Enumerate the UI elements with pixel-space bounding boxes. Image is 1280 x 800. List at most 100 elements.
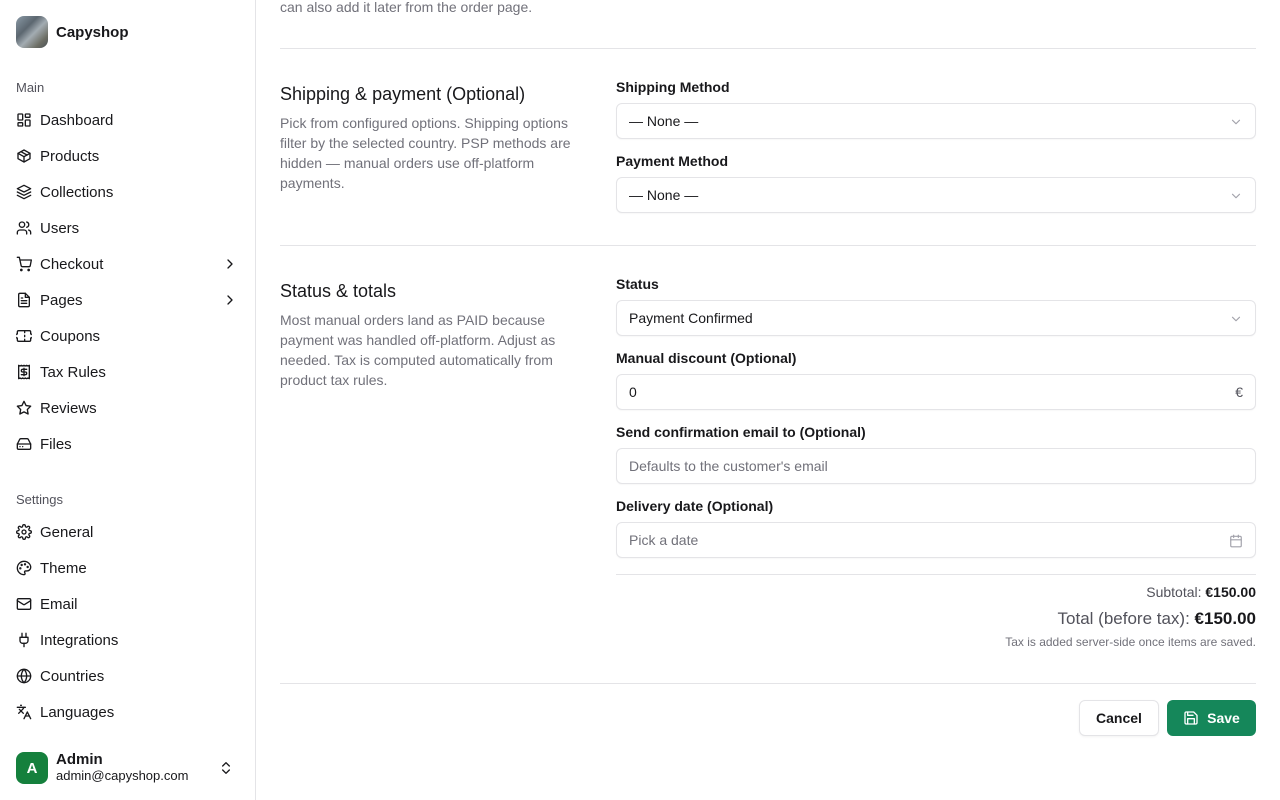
total-row: Total (before tax): €150.00 — [1058, 609, 1256, 629]
shipping-method-value: — None — — [629, 113, 699, 129]
cancel-button[interactable]: Cancel — [1079, 700, 1159, 736]
delivery-date-label: Delivery date (Optional) — [616, 498, 774, 514]
sidebar-item-products[interactable]: Products — [16, 142, 240, 170]
confirmation-email-placeholder: Defaults to the customer's email — [629, 458, 828, 474]
section-description-shipping: Pick from configured options. Shipping o… — [280, 115, 571, 191]
sidebar-item-tax-rules[interactable]: Tax Rules — [16, 358, 240, 386]
sidebar-item-pages[interactable]: Pages — [16, 286, 240, 314]
user-info: Admin admin@capyshop.com — [56, 752, 188, 784]
chevron-down-icon — [1231, 193, 1241, 199]
divider — [280, 48, 1256, 49]
save-label: Save — [1207, 710, 1240, 726]
subtotal-value: €150.00 — [1205, 584, 1256, 600]
sidebar-item-label: Coupons — [40, 327, 101, 345]
sidebar-item-checkout[interactable]: Checkout — [16, 250, 240, 278]
chevron-right-icon — [227, 259, 233, 269]
sidebar-item-collections[interactable]: Collections — [16, 178, 240, 206]
dashboard-icon — [17, 113, 31, 127]
delivery-date-picker[interactable]: Pick a date — [616, 522, 1256, 558]
subtotal-row: Subtotal: €150.00 — [1146, 584, 1256, 600]
sidebar-item-label: Products — [40, 147, 100, 165]
section-title-status: Status & totals — [280, 281, 397, 301]
confirmation-email-label: Send confirmation email to (Optional) — [616, 424, 866, 440]
total-value: €150.00 — [1194, 609, 1256, 628]
ticket-icon — [16, 330, 32, 342]
layers-icon — [16, 184, 32, 200]
sidebar-item-languages[interactable]: Languages — [16, 698, 240, 726]
brand[interactable]: Capyshop — [16, 16, 129, 48]
sidebar-item-label: Tax Rules — [40, 363, 106, 381]
brand-name: Capyshop — [56, 23, 129, 41]
sidebar-item-email[interactable]: Email — [16, 590, 240, 618]
sidebar-item-label: Email — [40, 595, 78, 613]
sidebar: Capyshop Main Dashboard Products Collect… — [0, 0, 256, 800]
chevron-down-icon — [1231, 316, 1241, 322]
status-select[interactable]: Payment Confirmed — [616, 300, 1256, 336]
sidebar-item-label: Dashboard — [40, 111, 114, 129]
shipping-method-select[interactable]: — None — — [616, 103, 1256, 139]
main-content: can also add it later from the order pag… — [256, 0, 1280, 800]
divider — [280, 683, 1256, 684]
status-label: Status — [616, 276, 659, 292]
tax-note: Tax is added server-side once items are … — [1005, 635, 1256, 649]
sidebar-item-reviews[interactable]: Reviews — [16, 394, 240, 422]
receipt-icon — [18, 364, 30, 380]
globe-icon — [16, 668, 32, 684]
users-icon — [16, 221, 32, 235]
sidebar-item-users[interactable]: Users — [16, 214, 240, 242]
sidebar-item-coupons[interactable]: Coupons — [16, 322, 240, 350]
manual-discount-input[interactable]: 0 € — [616, 374, 1256, 410]
sidebar-item-label: Collections — [40, 183, 114, 201]
cart-icon — [16, 256, 32, 272]
palette-icon — [16, 560, 32, 576]
brand-logo — [16, 16, 48, 48]
confirmation-email-input[interactable]: Defaults to the customer's email — [616, 448, 1256, 484]
sidebar-item-label: Checkout — [40, 255, 104, 273]
payment-method-select[interactable]: — None — — [616, 177, 1256, 213]
user-menu[interactable]: A Admin admin@capyshop.com — [16, 752, 240, 784]
chevron-right-icon — [227, 295, 233, 305]
sidebar-item-theme[interactable]: Theme — [16, 554, 240, 582]
sidebar-item-countries[interactable]: Countries — [16, 662, 240, 690]
sidebar-item-general[interactable]: General — [16, 518, 240, 546]
file-text-icon — [18, 292, 30, 308]
payment-method-value: — None — — [629, 187, 699, 203]
sidebar-item-label: Languages — [40, 703, 115, 721]
manual-discount-label: Manual discount (Optional) — [616, 350, 797, 366]
section-description-status: Most manual orders land as PAID because … — [280, 312, 556, 388]
save-button[interactable]: Save — [1167, 700, 1256, 736]
chevron-down-icon — [1231, 119, 1241, 125]
shipping-method-label: Shipping Method — [616, 79, 730, 95]
sidebar-item-integrations[interactable]: Integrations — [16, 626, 240, 654]
avatar: A — [16, 752, 48, 784]
plug-icon — [19, 632, 29, 648]
manual-discount-value: 0 — [629, 384, 637, 400]
user-name: Admin — [56, 751, 103, 768]
sidebar-item-label: Countries — [40, 667, 105, 685]
divider — [280, 245, 1256, 246]
sidebar-item-label: Reviews — [40, 399, 97, 417]
calendar-icon — [1230, 534, 1242, 548]
total-label: Total (before tax): — [1057, 609, 1190, 628]
sidebar-item-dashboard[interactable]: Dashboard — [16, 106, 240, 134]
user-email: admin@capyshop.com — [56, 768, 189, 783]
sidebar-item-label: General — [40, 523, 94, 541]
mail-icon — [16, 598, 32, 610]
sidebar-item-label: Integrations — [40, 631, 119, 649]
sidebar-item-label: Files — [40, 435, 72, 453]
package-icon — [17, 149, 31, 163]
sidebar-item-label: Theme — [40, 559, 87, 577]
sidebar-item-label: Users — [40, 219, 80, 237]
sidebar-group-settings: Settings — [16, 492, 63, 507]
languages-icon — [16, 704, 32, 720]
status-value: Payment Confirmed — [629, 310, 753, 326]
previous-section-text: can also add it later from the order pag… — [280, 0, 533, 15]
star-icon — [16, 400, 32, 415]
section-title-shipping: Shipping & payment (Optional) — [280, 84, 526, 104]
sidebar-item-files[interactable]: Files — [16, 430, 240, 458]
currency-suffix: € — [1235, 384, 1243, 400]
sidebar-item-label: Pages — [40, 291, 83, 309]
payment-method-label: Payment Method — [616, 153, 729, 169]
totals-divider — [616, 574, 1256, 575]
gear-icon — [16, 524, 32, 540]
